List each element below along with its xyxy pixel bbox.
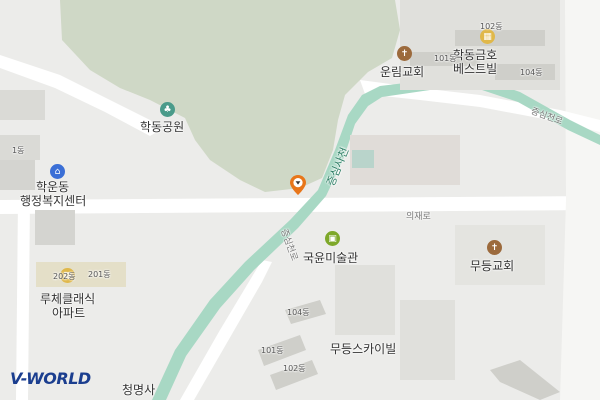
park-icon[interactable]: ♣ [160, 102, 175, 117]
place-label-hakdong-park[interactable]: 학동공원 [140, 120, 184, 134]
government-office-icon[interactable]: ⌂ [50, 164, 65, 179]
building-number: 102동 [283, 364, 306, 373]
building-number: 104동 [520, 68, 543, 77]
building-number: 1동 [12, 146, 25, 155]
building-number: 101동 [434, 54, 457, 63]
map-base-layer [0, 0, 600, 400]
place-label-mudeung-church[interactable]: 무등교회 [470, 259, 514, 273]
place-label-admin-center[interactable]: 행정복지센터 [20, 194, 86, 208]
building-block [335, 265, 395, 335]
place-label-bestville[interactable]: 베스트빌 [453, 62, 497, 76]
building-block [352, 150, 374, 168]
location-pin-icon[interactable] [290, 175, 306, 195]
gallery-icon[interactable]: ▣ [325, 231, 340, 246]
place-label-apartment[interactable]: 아파트 [52, 306, 85, 320]
building-number: 202동 [53, 272, 76, 281]
park-area [60, 0, 400, 192]
building-block [455, 30, 545, 46]
church-icon[interactable]: ✝ [487, 240, 502, 255]
road-label-uijae-ro: 의재로 [406, 212, 431, 222]
map-canvas[interactable]: ✝ ♣ ⌂ ▦ ▦ ▣ ✝ 학동공원 학운동 행정복지센터 루체클래식 아파트 … [0, 0, 600, 400]
place-label-gukyun-museum[interactable]: 국윤미술관 [303, 251, 358, 265]
vworld-logo: V-WORLD [10, 369, 91, 388]
building-number: 101동 [261, 346, 284, 355]
apartment-icon[interactable]: ▦ [480, 29, 495, 44]
building-block [490, 360, 560, 400]
building-block [455, 225, 545, 285]
place-label-mudeung-skyview[interactable]: 무등스카이빌 [330, 342, 396, 356]
building-block [35, 210, 75, 245]
building-number: 201동 [88, 270, 111, 279]
building-number: 102동 [480, 22, 503, 31]
building-block [36, 262, 126, 287]
place-label-cheongmyeongsa[interactable]: 청명사 [122, 383, 155, 397]
building-block [0, 160, 35, 190]
place-label-hakun[interactable]: 학운동 [36, 180, 69, 194]
place-label-lutece-classic[interactable]: 루체클래식 [40, 292, 95, 306]
building-block [400, 300, 455, 380]
church-icon[interactable]: ✝ [397, 46, 412, 61]
building-number: 104동 [287, 308, 310, 317]
place-label-unrim-church[interactable]: 운림교회 [380, 65, 424, 79]
building-block [0, 90, 45, 120]
road-east [560, 0, 600, 400]
place-label-hakdong-kumho[interactable]: 학동금호 [453, 48, 497, 62]
